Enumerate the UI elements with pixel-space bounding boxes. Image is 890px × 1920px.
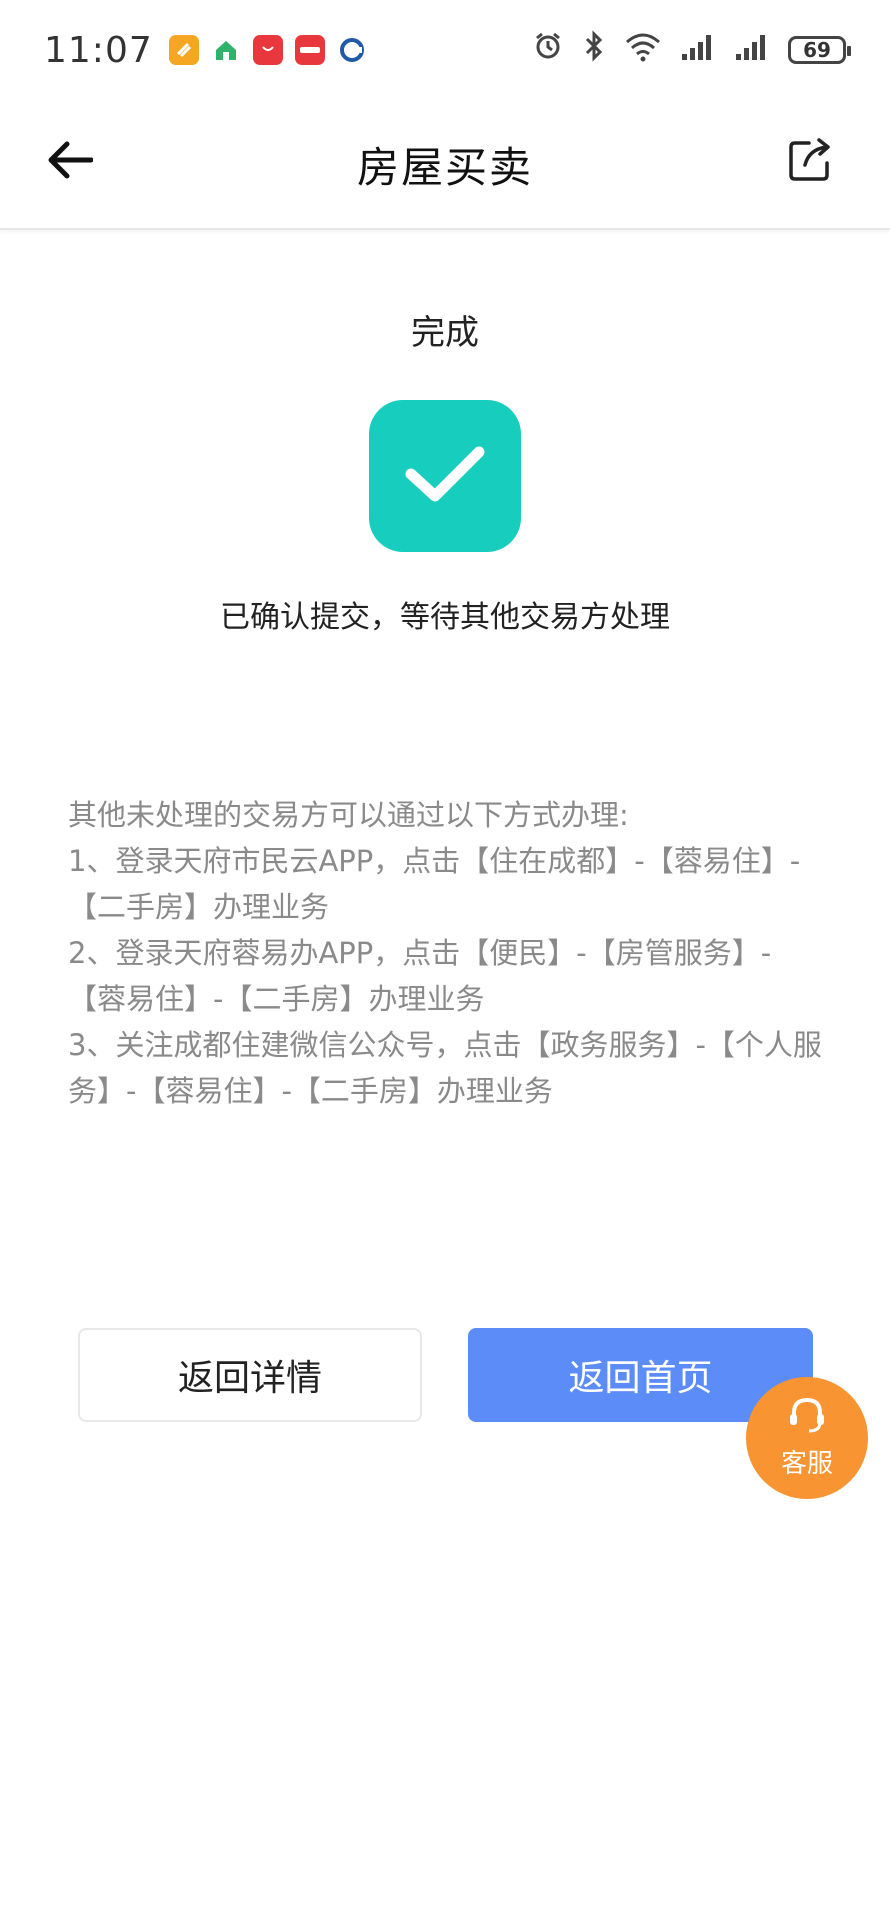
share-icon xyxy=(787,137,833,187)
app-icon-xiaohongshu xyxy=(294,35,325,65)
customer-service-button[interactable]: 客服 xyxy=(746,1377,868,1499)
signal-2-icon xyxy=(734,30,770,71)
share-button[interactable] xyxy=(782,134,838,190)
status-right-icons: 69 xyxy=(532,29,851,71)
bluetooth-icon xyxy=(582,29,606,71)
status-time: 11:07 xyxy=(44,29,153,71)
app-icon-huawei xyxy=(252,35,283,65)
success-badge xyxy=(369,400,521,552)
instruction-step-2: 2、登录天府蓉易办APP，点击【便民】-【房管服务】-【蓉易住】-【二手房】办理… xyxy=(68,936,772,1016)
instructions-block: 其他未处理的交易方可以通过以下方式办理: 1、登录天府市民云APP，点击【住在成… xyxy=(68,792,828,1114)
signal-1-icon xyxy=(680,30,716,71)
app-icon-house xyxy=(210,35,241,65)
customer-service-label: 客服 xyxy=(780,1449,833,1479)
notification-app-icons xyxy=(168,35,367,65)
app-icon-ccb xyxy=(336,35,367,65)
arrow-left-icon xyxy=(47,140,94,184)
status-bar: 11:07 69 xyxy=(0,0,890,100)
instruction-intro: 其他未处理的交易方可以通过以下方式办理: xyxy=(68,798,629,832)
alarm-icon xyxy=(532,30,564,71)
back-button[interactable] xyxy=(40,132,100,192)
result-message: 已确认提交，等待其他交易方处理 xyxy=(220,600,670,635)
page-title: 房屋买卖 xyxy=(356,142,533,192)
battery-indicator: 69 xyxy=(788,36,851,64)
instruction-step-3: 3、关注成都住建微信公众号，点击【政务服务】-【个人服务】-【蓉易住】-【二手房… xyxy=(68,1028,822,1108)
check-icon xyxy=(403,442,487,510)
headset-icon xyxy=(785,1396,829,1443)
wifi-icon xyxy=(624,30,662,71)
app-icon-orange xyxy=(168,35,199,65)
nav-bar: 房屋买卖 xyxy=(0,100,890,230)
back-to-detail-button[interactable]: 返回详情 xyxy=(78,1328,422,1422)
result-title: 完成 xyxy=(411,313,479,353)
instruction-step-1: 1、登录天府市民云APP，点击【住在成都】-【蓉易住】-【二手房】办理业务 xyxy=(68,844,801,924)
